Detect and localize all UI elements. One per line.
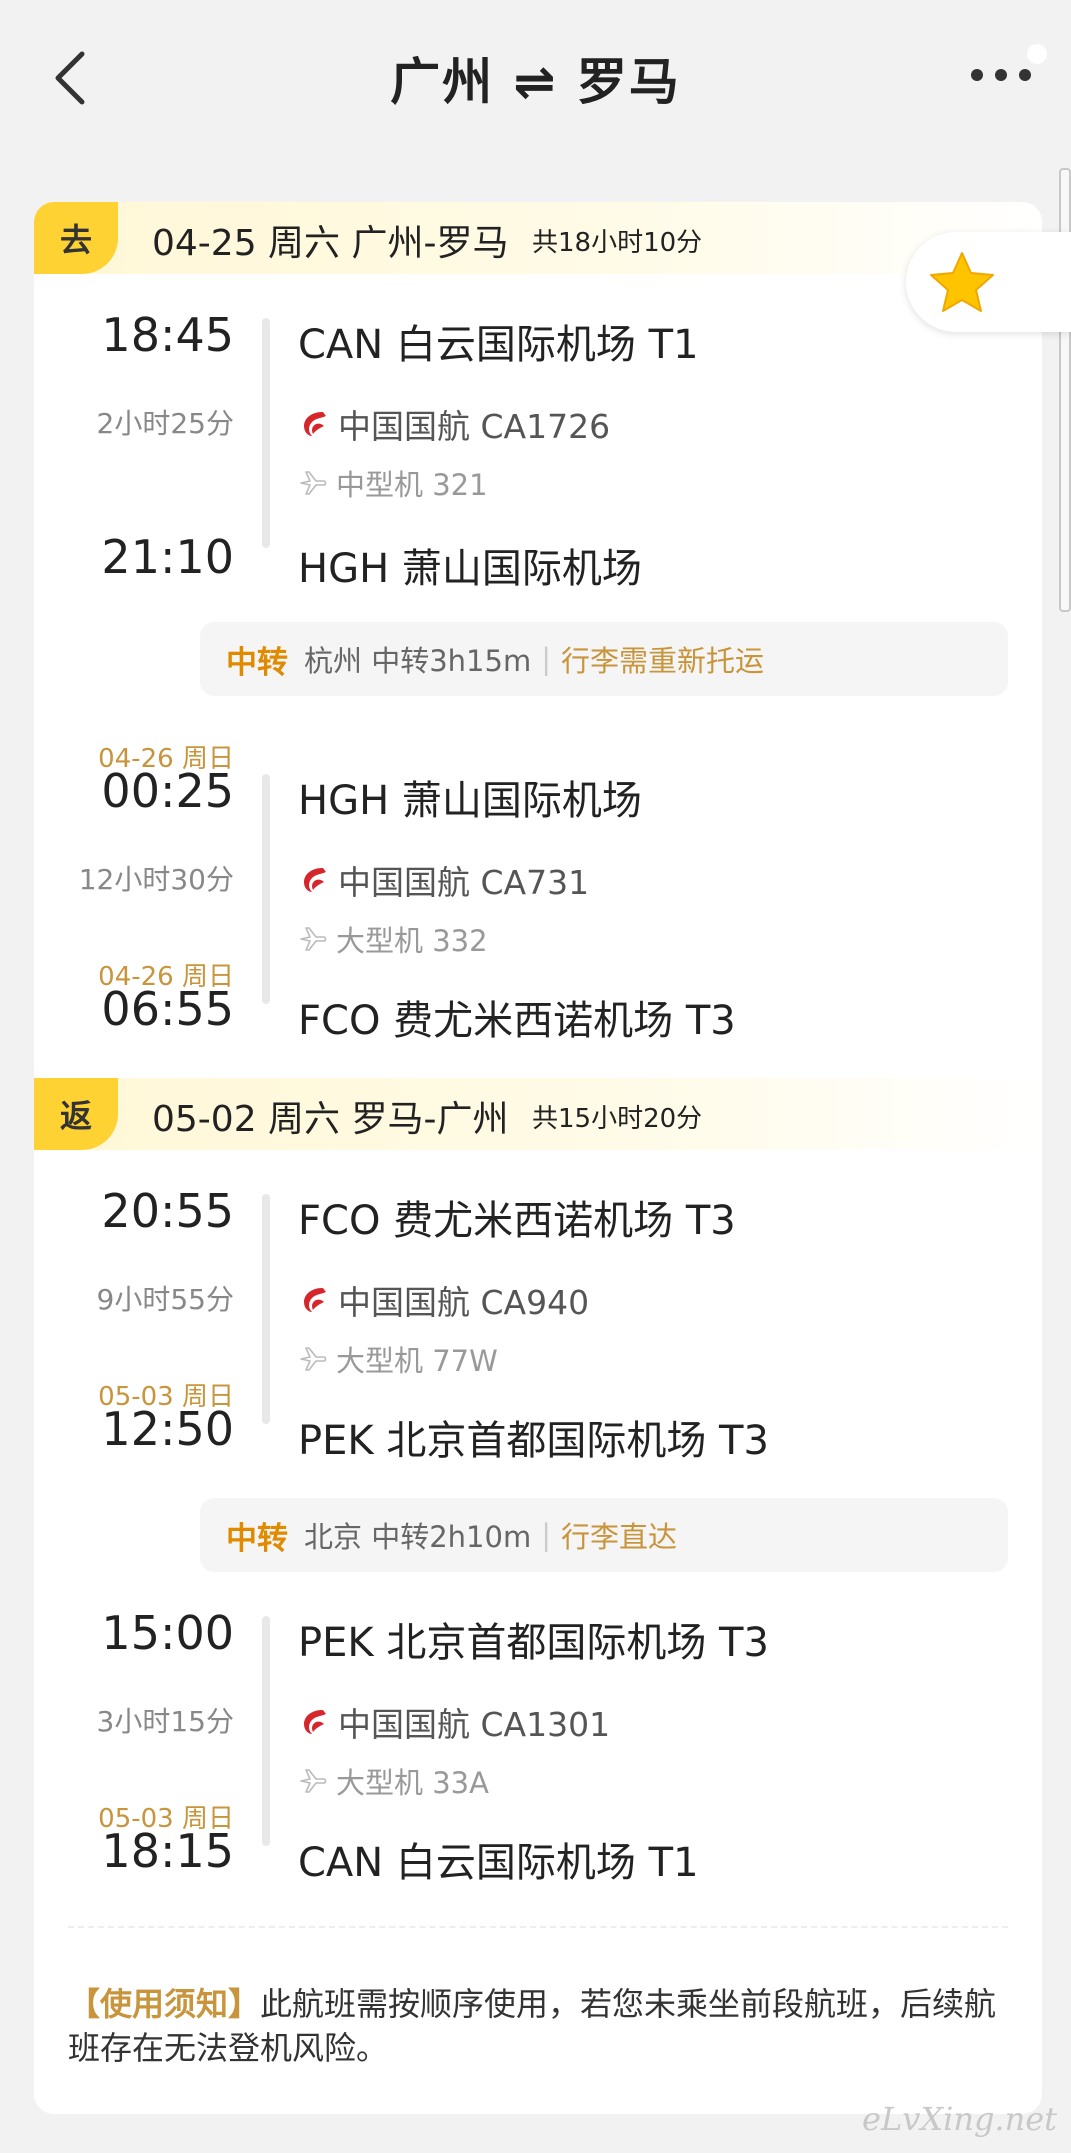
- airline-info: 中国国航 CA1726: [298, 400, 610, 448]
- timeline-line: [262, 318, 270, 548]
- aircraft-type: 大型机 33A: [336, 1766, 489, 1800]
- air-china-logo-icon: [304, 868, 326, 892]
- arrival-time: 06:55: [101, 982, 234, 1036]
- leg-date: 05-02 周六 罗马-广州: [152, 1099, 509, 1140]
- airline-flight-no: 中国国航 CA731: [338, 863, 590, 902]
- departure-airport: PEK 北京首都国际机场 T3: [298, 1620, 769, 1666]
- leg-tag: 返: [34, 1078, 118, 1150]
- nav-bar: 广州 ⇌ 罗马: [0, 0, 1071, 160]
- divider: [68, 1926, 1008, 1928]
- aircraft-info: 中型机 321: [298, 462, 488, 504]
- favorite-button[interactable]: [906, 232, 1071, 332]
- more-dot-icon: [1019, 69, 1031, 81]
- transfer-label: 中转: [226, 644, 288, 681]
- air-china-logo-icon: [304, 412, 326, 436]
- departure-time: 00:25: [101, 764, 234, 818]
- transfer-info: 杭州 中转3h15m: [304, 644, 532, 678]
- departure-airport: CAN 白云国际机场 T1: [298, 322, 699, 368]
- airline-info: 中国国航 CA731: [298, 856, 589, 904]
- arrival-airport: PEK 北京首都国际机场 T3: [298, 1418, 769, 1464]
- departure-airport: HGH 萧山国际机场: [298, 778, 642, 824]
- transfer-label: 中转: [226, 1520, 288, 1557]
- aircraft-info: 大型机 332: [298, 918, 488, 960]
- usage-notice: 【使用须知】此航班需按顺序使用，若您未乘坐前段航班，后续航班存在无法登机风险。: [68, 1982, 1008, 2070]
- plane-icon: [300, 1769, 327, 1793]
- arrival-airport: CAN 白云国际机场 T1: [298, 1840, 699, 1886]
- air-china-logo-icon: [304, 1710, 326, 1734]
- airline-flight-no: 中国国航 CA1301: [338, 1705, 611, 1744]
- departure-time: 18:45: [101, 308, 234, 362]
- timeline-line: [262, 774, 270, 1004]
- flight-duration: 9小时55分: [96, 1283, 234, 1316]
- leg-header-outbound: 去 04-25 周六 广州-罗马 共18小时10分: [34, 202, 1042, 274]
- separator: |: [541, 1518, 551, 1552]
- itinerary-card: 去 04-25 周六 广州-罗马 共18小时10分 18:45 CAN 白云国际…: [34, 202, 1042, 2114]
- aircraft-info: 大型机 33A: [298, 1760, 489, 1802]
- arrival-time: 12:50: [101, 1402, 234, 1456]
- watermark: eLvXing.net: [862, 2100, 1057, 2138]
- departure-time: 20:55: [101, 1184, 234, 1238]
- more-options-button[interactable]: [971, 60, 1031, 90]
- separator: |: [541, 642, 551, 676]
- leg-tag: 去: [34, 202, 118, 274]
- transfer-banner: 中转 北京 中转2h10m | 行李直达: [200, 1498, 1008, 1572]
- airline-flight-no: 中国国航 CA1726: [338, 407, 611, 446]
- departure-airport: FCO 费尤米西诺机场 T3: [298, 1198, 736, 1244]
- more-dot-icon: [995, 69, 1007, 81]
- aircraft-type: 大型机 332: [336, 924, 488, 958]
- plane-icon: [300, 1347, 327, 1371]
- more-dot-icon: [971, 69, 983, 81]
- flight-duration: 12小时30分: [78, 863, 234, 896]
- notice-label: 【使用须知】: [68, 1985, 261, 2023]
- timeline-line: [262, 1616, 270, 1846]
- aircraft-type: 中型机 321: [336, 468, 488, 502]
- leg-header-return: 返 05-02 周六 罗马-广州 共15小时20分: [34, 1078, 1042, 1150]
- arrival-airport: HGH 萧山国际机场: [298, 546, 642, 592]
- flight-duration: 3小时15分: [96, 1705, 234, 1738]
- transfer-banner: 中转 杭州 中转3h15m | 行李需重新托运: [200, 622, 1008, 696]
- arrival-time: 18:15: [101, 1824, 234, 1878]
- air-china-logo-icon: [304, 1288, 326, 1312]
- baggage-note: 行李需重新托运: [560, 644, 764, 678]
- departure-time: 15:00: [101, 1606, 234, 1660]
- aircraft-type: 大型机 77W: [336, 1344, 498, 1378]
- leg-total-duration: 共18小时10分: [532, 228, 703, 258]
- airline-info: 中国国航 CA940: [298, 1276, 589, 1324]
- plane-icon: [300, 927, 327, 951]
- plane-icon: [300, 471, 327, 495]
- leg-date: 04-25 周六 广州-罗马: [152, 223, 509, 264]
- arrival-time: 21:10: [101, 530, 234, 584]
- aircraft-info: 大型机 77W: [298, 1338, 498, 1380]
- flight-duration: 2小时25分: [96, 407, 234, 440]
- star-icon: [930, 252, 994, 312]
- airline-info: 中国国航 CA1301: [298, 1698, 610, 1746]
- leg-total-duration: 共15小时20分: [532, 1104, 703, 1134]
- page-title: 广州 ⇌ 罗马: [390, 53, 681, 111]
- timeline-line: [262, 1194, 270, 1424]
- baggage-note: 行李直达: [560, 1520, 677, 1554]
- transfer-info: 北京 中转2h10m: [304, 1520, 532, 1554]
- airline-flight-no: 中国国航 CA940: [338, 1283, 590, 1322]
- arrival-airport: FCO 费尤米西诺机场 T3: [298, 998, 736, 1044]
